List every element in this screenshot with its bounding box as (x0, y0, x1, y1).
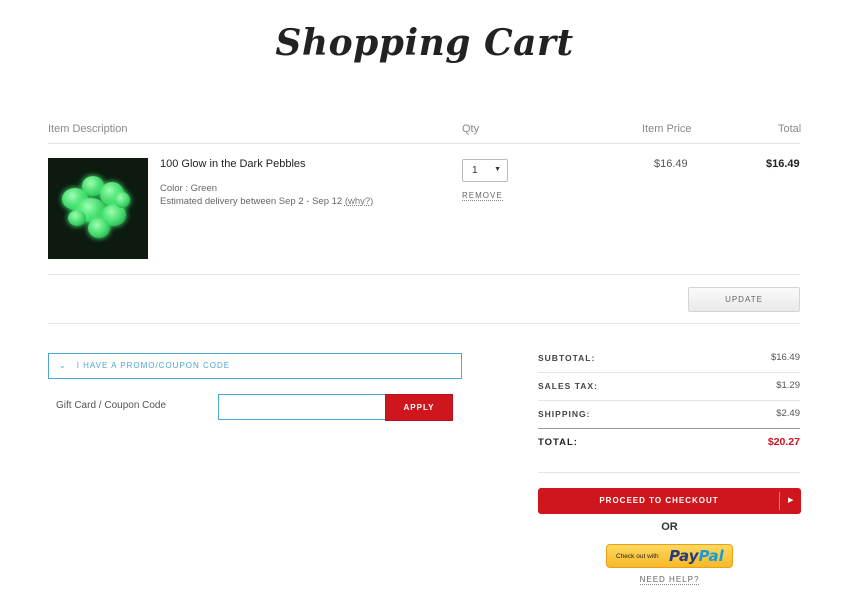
product-color: Color : Green (160, 183, 218, 194)
promo-toggle-label: I HAVE A PROMO/COUPON CODE (76, 361, 231, 370)
delivery-text: Estimated delivery between Sep 2 - Sep 1… (160, 196, 343, 207)
or-separator: OR (661, 521, 678, 533)
summary-divider (538, 472, 800, 473)
section-divider (48, 323, 800, 324)
total-value: $20.27 (767, 436, 800, 448)
summary-divider (538, 372, 800, 373)
shipping-label: SHIPPING: (538, 409, 591, 419)
remove-link[interactable]: REMOVE (462, 191, 503, 201)
qty-select[interactable]: 1 ▼ (462, 159, 508, 182)
paypal-logo: PayPal (669, 547, 724, 565)
delivery-estimate: Estimated delivery between Sep 2 - Sep 1… (160, 196, 373, 207)
header-item-description: Item Description (48, 123, 128, 135)
promo-code-toggle[interactable]: ⌄ I HAVE A PROMO/COUPON CODE (48, 353, 462, 379)
button-divider (779, 492, 780, 510)
proceed-to-checkout-button[interactable]: PROCEED TO CHECKOUT ▶ (538, 488, 801, 514)
coupon-field-label: Gift Card / Coupon Code (56, 400, 167, 411)
paypal-checkout-button[interactable]: Check out with PayPal (606, 544, 733, 568)
checkout-label: PROCEED TO CHECKOUT (599, 496, 719, 505)
paypal-small-text: Check out with (616, 553, 659, 560)
row-divider (48, 274, 800, 275)
header-qty: Qty (462, 123, 480, 135)
subtotal-label: SUBTOTAL: (538, 353, 596, 363)
header-total: Total (778, 123, 802, 135)
chevron-down-icon: ⌄ (59, 361, 67, 370)
update-button[interactable]: UPDATE (688, 287, 800, 312)
total-label: TOTAL: (538, 437, 578, 448)
item-price: $16.49 (654, 158, 688, 170)
page-title: Shopping Cart (275, 22, 574, 64)
item-total: $16.49 (766, 158, 800, 170)
shipping-value: $2.49 (776, 408, 800, 419)
qty-value: 1 (472, 165, 478, 176)
product-name[interactable]: 100 Glow in the Dark Pebbles (160, 158, 306, 170)
sales-tax-value: $1.29 (776, 380, 800, 391)
header-divider (48, 143, 800, 144)
apply-button[interactable]: APPLY (385, 394, 453, 421)
coupon-input[interactable] (218, 394, 386, 420)
why-link[interactable]: (why?) (345, 196, 374, 207)
sales-tax-label: SALES TAX: (538, 381, 598, 391)
play-arrow-icon: ▶ (788, 497, 795, 504)
summary-total-divider (538, 428, 800, 429)
header-item-price: Item Price (642, 123, 692, 135)
product-image[interactable] (48, 158, 148, 259)
summary-divider (538, 400, 800, 401)
need-help-link[interactable]: NEED HELP? (538, 575, 801, 585)
caret-down-icon: ▼ (494, 166, 501, 173)
subtotal-value: $16.49 (770, 352, 800, 363)
